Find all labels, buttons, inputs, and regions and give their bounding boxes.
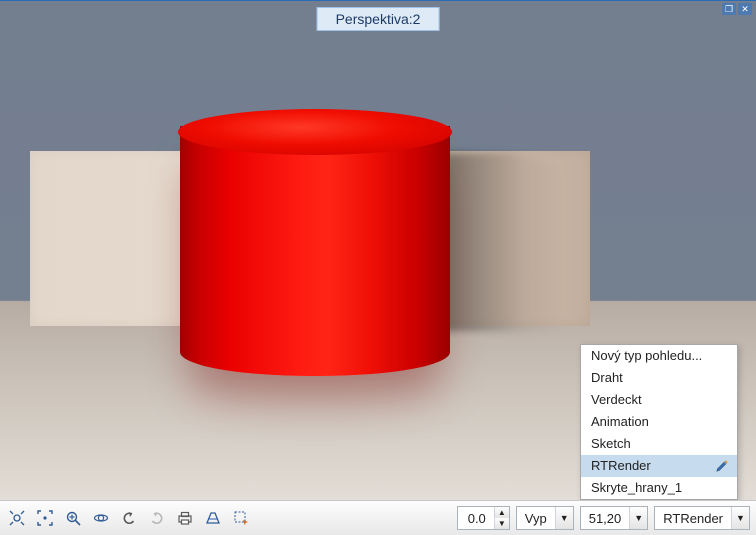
dropdown-vyp[interactable]: Vyp ▼ xyxy=(516,506,574,530)
orbit-icon[interactable] xyxy=(90,507,112,529)
menu-item-new-view-type[interactable]: Nový typ pohledu... xyxy=(581,345,737,367)
chevron-down-icon[interactable]: ▼ xyxy=(629,507,647,529)
zoom-extents-icon[interactable] xyxy=(34,507,56,529)
menu-item-draht[interactable]: Draht xyxy=(581,367,737,389)
close-window-icon[interactable]: ✕ xyxy=(738,3,752,15)
menu-item-sketch[interactable]: Sketch xyxy=(581,433,737,455)
dropdown-rendermode[interactable]: RTRender ▼ xyxy=(654,506,750,530)
bottom-toolbar: 0.0 ▲ ▼ Vyp ▼ 51,20 ▼ RTRender ▼ xyxy=(0,500,756,535)
dropdown-label: 51,20 xyxy=(581,511,630,526)
menu-item-label: RTRender xyxy=(591,457,651,475)
edit-icon[interactable] xyxy=(715,459,729,473)
dropdown-numeric[interactable]: 51,20 ▼ xyxy=(580,506,649,530)
scene-cylinder xyxy=(180,126,450,376)
viewport-title[interactable]: Perspektiva:2 xyxy=(317,7,440,31)
menu-item-label: Verdeckt xyxy=(591,391,642,409)
menu-item-label: Draht xyxy=(591,369,623,387)
menu-item-verdeckt[interactable]: Verdeckt xyxy=(581,389,737,411)
zoom-icon[interactable] xyxy=(62,507,84,529)
select-region-icon[interactable] xyxy=(230,507,252,529)
menu-item-animation[interactable]: Animation xyxy=(581,411,737,433)
numeric-field-1[interactable]: 0.0 ▲ ▼ xyxy=(457,506,510,530)
chevron-down-icon[interactable]: ▼ xyxy=(731,507,749,529)
chevron-down-icon[interactable]: ▼ xyxy=(555,507,573,529)
redo-icon[interactable] xyxy=(146,507,168,529)
step-up-icon[interactable]: ▲ xyxy=(495,507,509,518)
numeric-value: 0.0 xyxy=(458,511,494,526)
menu-item-skryte-hrany[interactable]: Skryte_hrany_1 xyxy=(581,477,737,499)
scene-cylinder-top xyxy=(178,109,452,155)
perspective-toggle-icon[interactable] xyxy=(202,507,224,529)
dropdown-label: Vyp xyxy=(517,511,555,526)
menu-item-label: Sketch xyxy=(591,435,631,453)
fit-all-icon[interactable] xyxy=(6,507,28,529)
step-down-icon[interactable]: ▼ xyxy=(495,518,509,529)
dropdown-label: RTRender xyxy=(655,511,731,526)
stepper: ▲ ▼ xyxy=(494,507,509,529)
view-type-menu: Nový typ pohledu... Draht Verdeckt Anima… xyxy=(580,344,738,500)
undo-icon[interactable] xyxy=(118,507,140,529)
menu-item-label: Animation xyxy=(591,413,649,431)
print-icon[interactable] xyxy=(174,507,196,529)
viewport-window-controls: ❐ ✕ xyxy=(722,3,752,15)
scene-shadow xyxy=(440,153,560,331)
restore-window-icon[interactable]: ❐ xyxy=(722,3,736,15)
menu-item-label: Nový typ pohledu... xyxy=(591,347,702,365)
menu-item-rtrender[interactable]: RTRender xyxy=(581,455,737,477)
menu-item-label: Skryte_hrany_1 xyxy=(591,479,682,497)
